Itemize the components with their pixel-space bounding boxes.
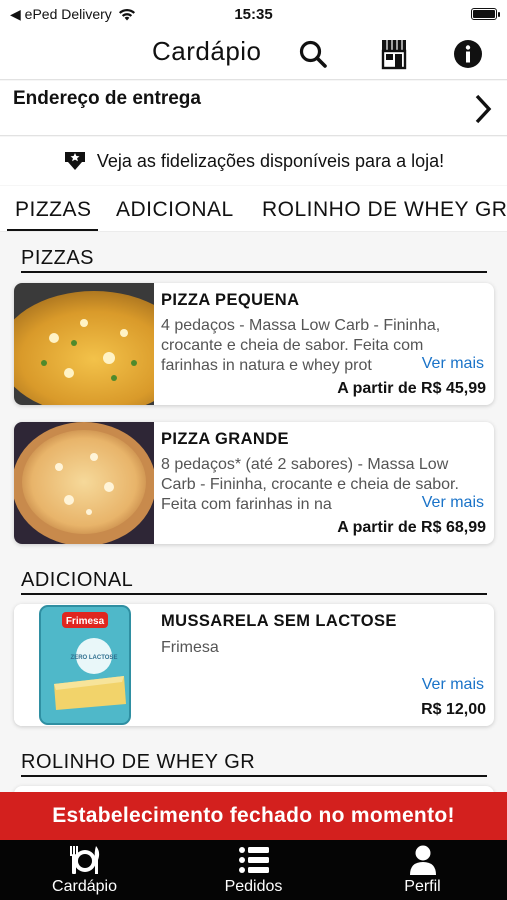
product-price: R$ 12,00 bbox=[421, 701, 486, 718]
package-brand: Frimesa bbox=[66, 616, 105, 627]
store-closed-banner: Estabelecimento fechado no momento! bbox=[0, 792, 507, 840]
product-name: PIZZA PEQUENA bbox=[161, 291, 300, 309]
page-title: Cardápio bbox=[152, 36, 262, 66]
see-more-link[interactable]: Ver mais bbox=[415, 676, 484, 694]
delivery-address-label: Endereço de entrega bbox=[13, 88, 201, 109]
search-button[interactable] bbox=[296, 37, 330, 71]
product-price: A partir de R$ 45,99 bbox=[337, 380, 486, 397]
see-more-link[interactable]: Ver mais bbox=[415, 355, 484, 373]
bottom-navigation: Cardápio Pedidos Perfil bbox=[0, 840, 507, 900]
store-button[interactable] bbox=[377, 37, 411, 71]
product-card-pizza-pequena[interactable]: PIZZA PEQUENA 4 pedaços - Massa Low Carb… bbox=[14, 283, 494, 405]
section-title-rolinho-de-whey: ROLINHO DE WHEY GR bbox=[21, 751, 256, 773]
tab-pizzas[interactable]: PIZZAS bbox=[7, 198, 97, 231]
nav-pedidos[interactable]: Pedidos bbox=[169, 840, 338, 900]
battery-icon bbox=[471, 8, 500, 20]
package-label: ZERO LACTOSE bbox=[71, 655, 118, 661]
mussarela-package-photo: Frimesa ZERO LACTOSE bbox=[14, 604, 154, 726]
info-icon bbox=[454, 40, 482, 68]
tab-adicional[interactable]: ADICIONAL bbox=[116, 198, 234, 222]
section-title-adicional: ADICIONAL bbox=[21, 569, 134, 591]
delivery-address-row[interactable]: Endereço de entrega bbox=[0, 81, 507, 136]
cutlery-plate-icon bbox=[69, 846, 99, 874]
search-icon bbox=[299, 40, 327, 68]
product-card-pizza-grande[interactable]: PIZZA GRANDE 8 pedaços* (até 2 sabores) … bbox=[14, 422, 494, 544]
loyalty-badge-icon bbox=[64, 152, 85, 170]
nav-label: Pedidos bbox=[224, 878, 283, 895]
status-bar: ◀ ePed Delivery 15:35 bbox=[0, 0, 507, 28]
store-icon bbox=[381, 40, 407, 70]
wifi-icon bbox=[118, 8, 135, 20]
list-icon bbox=[238, 847, 269, 873]
chevron-right-icon bbox=[475, 94, 492, 124]
back-app-label[interactable]: ◀ ePed Delivery bbox=[10, 6, 112, 23]
product-card-mussarela-sem-lactose[interactable]: Frimesa ZERO LACTOSE MUSSARELA SEM LACTO… bbox=[14, 604, 494, 726]
nav-label: Cardápio bbox=[52, 878, 117, 895]
product-name: PIZZA GRANDE bbox=[161, 430, 289, 448]
info-button[interactable] bbox=[451, 37, 485, 71]
section-divider bbox=[21, 593, 487, 595]
loyalty-text: Veja as fidelizações disponíveis para a … bbox=[96, 150, 445, 171]
section-divider bbox=[21, 775, 487, 777]
person-icon bbox=[409, 845, 436, 875]
product-price: A partir de R$ 68,99 bbox=[337, 519, 486, 536]
pizza-pequena-photo bbox=[14, 283, 154, 405]
pizza-grande-photo bbox=[14, 422, 154, 544]
nav-perfil[interactable]: Perfil bbox=[338, 840, 507, 900]
category-tabs: PIZZAS ADICIONAL ROLINHO DE WHEY GR bbox=[0, 186, 507, 232]
app-header: Cardápio bbox=[0, 28, 507, 80]
section-title-pizzas: PIZZAS bbox=[21, 247, 95, 269]
tab-rolinho-de-whey[interactable]: ROLINHO DE WHEY GR bbox=[262, 198, 507, 222]
back-to-app[interactable]: ◀ ePed Delivery bbox=[10, 6, 136, 23]
nav-cardapio[interactable]: Cardápio bbox=[0, 840, 169, 900]
section-divider bbox=[21, 271, 487, 273]
product-name: MUSSARELA SEM LACTOSE bbox=[161, 612, 397, 630]
see-more-link[interactable]: Ver mais bbox=[415, 494, 484, 512]
loyalty-banner[interactable]: Veja as fidelizações disponíveis para a … bbox=[0, 137, 507, 185]
nav-label: Perfil bbox=[404, 878, 441, 895]
